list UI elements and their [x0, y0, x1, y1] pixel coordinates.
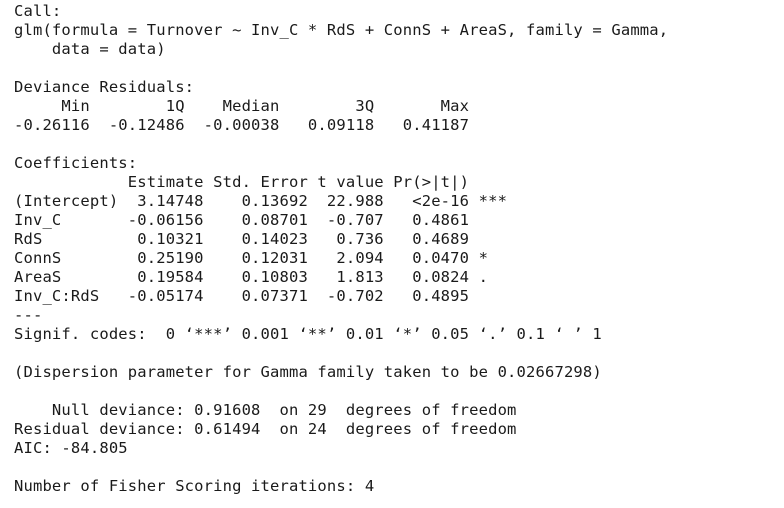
null-deviance-line: Null deviance: 0.91608 on 29 degrees of …	[14, 401, 517, 419]
coef-row-inv-c: Inv_C -0.06156 0.08701 -0.707 0.4861	[14, 211, 470, 229]
coefficients-header-row: Estimate Std. Error t value Pr(>|t|)	[14, 173, 470, 191]
fisher-iterations-line: Number of Fisher Scoring iterations: 4	[14, 477, 375, 495]
call-data-line: data = data)	[14, 40, 166, 58]
coef-row-rds: RdS 0.10321 0.14023 0.736 0.4689	[14, 230, 470, 248]
dispersion-line: (Dispersion parameter for Gamma family t…	[14, 363, 602, 381]
coef-row-inv-c-rds: Inv_C:RdS -0.05174 0.07371 -0.702 0.4895	[14, 287, 470, 305]
signif-codes-line: Signif. codes: 0 ‘***’ 0.001 ‘**’ 0.01 ‘…	[14, 325, 602, 343]
deviance-residuals-heading: Deviance Residuals:	[14, 78, 195, 96]
aic-line: AIC: -84.805	[14, 439, 128, 457]
call-label: Call:	[14, 2, 62, 20]
coef-row-conns: ConnS 0.25190 0.12031 2.094 0.0470 *	[14, 249, 489, 267]
coef-row-areas: AreaS 0.19584 0.10803 1.813 0.0824 .	[14, 268, 489, 286]
coefficients-heading: Coefficients:	[14, 154, 138, 172]
separator-dashes: ---	[14, 306, 43, 324]
residual-deviance-line: Residual deviance: 0.61494 on 24 degrees…	[14, 420, 517, 438]
residuals-values-row: -0.26116 -0.12486 -0.00038 0.09118 0.411…	[14, 116, 470, 134]
r-console-output: Call: glm(formula = Turnover ~ Inv_C * R…	[0, 0, 784, 508]
coef-row-intercept: (Intercept) 3.14748 0.13692 22.988 <2e-1…	[14, 192, 508, 210]
residuals-header-row: Min 1Q Median 3Q Max	[14, 97, 470, 115]
call-formula-line: glm(formula = Turnover ~ Inv_C * RdS + C…	[14, 21, 669, 39]
